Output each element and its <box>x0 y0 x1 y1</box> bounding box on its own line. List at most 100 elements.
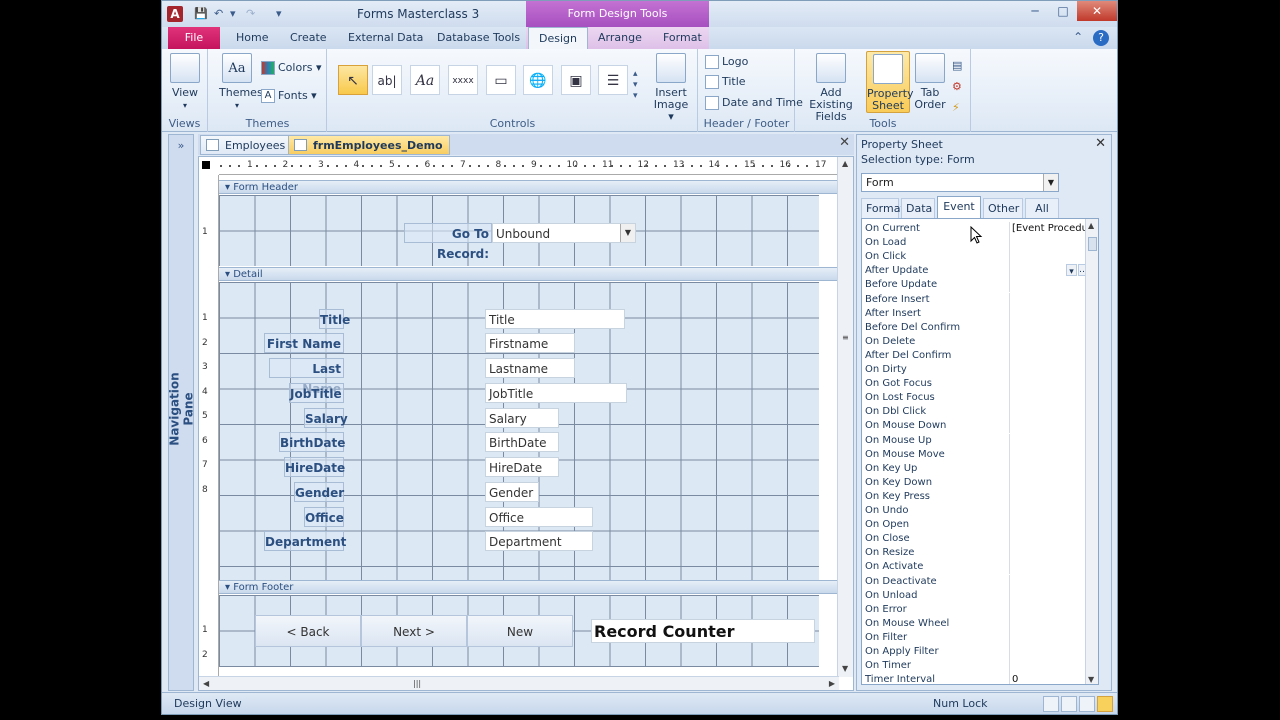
colors-button[interactable]: Colors ▾ <box>261 61 321 75</box>
field-label[interactable]: Office <box>304 507 344 527</box>
form-view-icon[interactable] <box>1043 696 1059 712</box>
field-label[interactable]: Gender <box>294 482 344 502</box>
field-textbox[interactable]: Firstname <box>485 333 575 353</box>
redo-icon[interactable]: ↷ <box>246 7 255 20</box>
form-design-surface[interactable]: 1 2 3 4 5 6 7 8 9 10 11 12 13 14 15 16 17 11234567812 ▾ … <box>198 156 854 691</box>
label-control-icon[interactable]: Aa <box>410 65 440 95</box>
tab-event[interactable]: Event <box>937 196 981 218</box>
help-icon[interactable]: ? <box>1093 30 1109 46</box>
scroll-down-icon[interactable]: ▼ <box>842 664 848 673</box>
property-value[interactable] <box>1009 588 1091 603</box>
property-row[interactable]: On Got Focus <box>862 377 1098 392</box>
maximize-button[interactable]: □ <box>1049 1 1077 21</box>
tab-other[interactable]: Other <box>983 198 1023 218</box>
doc-tab-frmemployees-demo[interactable]: frmEmployees_Demo <box>288 135 450 155</box>
scroll-left-icon[interactable]: ◀ <box>203 679 209 688</box>
scroll-down-icon[interactable]: ▼ <box>1088 675 1094 684</box>
property-row[interactable]: On Undo <box>862 504 1098 518</box>
field-label[interactable]: First Name <box>264 333 344 353</box>
property-value[interactable] <box>1009 630 1091 645</box>
property-row[interactable]: After Del Confirm <box>862 348 1098 363</box>
subform-icon[interactable]: ▤ <box>952 55 962 76</box>
tab-database-tools[interactable]: Database Tools <box>427 27 530 49</box>
property-value[interactable]: 0 <box>1009 673 1091 684</box>
expand-nav-pane-icon[interactable]: » <box>169 139 193 152</box>
property-row[interactable]: On Lost Focus <box>862 391 1098 406</box>
property-value[interactable] <box>1009 616 1091 631</box>
property-value[interactable] <box>1009 546 1091 561</box>
property-grid[interactable]: Timer Interval 0 On Timer On Apply Filter On… <box>861 218 1099 685</box>
property-row[interactable]: Before Insert <box>862 292 1098 307</box>
minimize-button[interactable]: ─ <box>1021 1 1049 21</box>
property-value[interactable] <box>1009 334 1091 349</box>
property-value[interactable] <box>1009 518 1091 533</box>
tab-format[interactable]: Format <box>861 198 905 218</box>
undo-dropdown-icon[interactable]: ▾ <box>230 7 236 20</box>
tab-create[interactable]: Create <box>280 27 337 49</box>
controls-gallery-more-icon[interactable]: ▴ ▾ ▾ <box>633 69 638 102</box>
undo-icon[interactable]: ↶ <box>214 7 223 20</box>
property-row[interactable]: On Key Up <box>862 461 1098 476</box>
property-value[interactable] <box>1009 475 1091 490</box>
record-counter-textbox[interactable]: Record Counter <box>591 619 815 643</box>
property-row[interactable]: On Error <box>862 602 1098 617</box>
minimize-ribbon-icon[interactable]: ⌃ <box>1073 30 1083 44</box>
field-label[interactable]: Salary <box>304 408 348 428</box>
property-value[interactable] <box>1009 306 1091 321</box>
property-row[interactable]: Before Del Confirm <box>862 320 1098 335</box>
property-value[interactable] <box>1009 645 1091 659</box>
scroll-grip-icon[interactable]: ≡ <box>842 333 849 342</box>
navigation-control-icon[interactable]: ☰ <box>598 65 628 95</box>
property-row[interactable]: On Click <box>862 250 1098 265</box>
property-value[interactable] <box>1009 320 1091 335</box>
property-value[interactable] <box>1009 348 1091 363</box>
close-document-icon[interactable]: ✕ <box>839 135 850 150</box>
property-value[interactable]: [Event Procedure] <box>1009 222 1091 236</box>
property-value[interactable] <box>1009 489 1091 504</box>
property-row[interactable]: On Key Down <box>862 475 1098 490</box>
property-row[interactable]: On Close <box>862 532 1098 547</box>
property-row[interactable]: On Key Press <box>862 489 1098 504</box>
property-row[interactable]: On Dirty <box>862 363 1098 377</box>
canvas-horizontal-scrollbar[interactable]: ◀ ||| ▶ <box>199 676 839 690</box>
scroll-thumb[interactable] <box>1088 237 1097 251</box>
property-row[interactable]: On Deactivate <box>862 574 1098 589</box>
property-value[interactable] <box>1009 419 1091 434</box>
close-button[interactable]: ✕ <box>1077 1 1117 21</box>
property-row[interactable]: On Open <box>862 518 1098 533</box>
layout-view-icon[interactable] <box>1079 696 1095 712</box>
property-scrollbar[interactable]: ▲ ▼ <box>1085 219 1098 684</box>
web-browser-control-icon[interactable]: ▣ <box>561 65 591 95</box>
form-header-bar[interactable]: ▾ Form Header <box>219 180 839 194</box>
field-label[interactable]: JobTitle <box>289 383 344 403</box>
property-row[interactable]: On Mouse Wheel <box>862 616 1098 631</box>
property-value[interactable] <box>1009 377 1091 392</box>
property-row[interactable]: On Activate <box>862 560 1098 575</box>
property-dropdown-icon[interactable]: ▾ <box>1066 264 1077 277</box>
tab-home[interactable]: Home <box>226 27 278 49</box>
property-value[interactable] <box>1009 560 1091 575</box>
add-existing-fields-button[interactable]: Add Existing Fields <box>800 53 862 123</box>
field-textbox[interactable]: Department <box>485 531 593 551</box>
property-value[interactable] <box>1009 447 1091 462</box>
property-row[interactable]: On Mouse Move <box>862 447 1098 462</box>
property-value[interactable] <box>1009 278 1091 293</box>
new-button[interactable]: New <box>467 615 573 647</box>
fonts-button[interactable]: A Fonts ▾ <box>261 89 317 103</box>
field-label[interactable]: BirthDate <box>279 432 345 452</box>
customize-qat-icon[interactable]: ▾ <box>276 7 282 20</box>
doc-tab-employees[interactable]: Employees <box>200 135 293 155</box>
tab-all[interactable]: All <box>1025 198 1059 218</box>
property-sheet-button[interactable]: Property Sheet <box>866 51 914 113</box>
tab-order-button[interactable]: Tab Order <box>914 53 946 111</box>
field-textbox[interactable]: Lastname <box>485 358 575 378</box>
property-value[interactable] <box>1009 292 1091 307</box>
field-textbox[interactable]: Gender <box>485 482 539 502</box>
convert-macros-icon[interactable]: ⚡ <box>952 97 962 118</box>
access-app-icon[interactable]: A <box>167 6 183 22</box>
property-value[interactable] <box>1009 236 1091 251</box>
property-value[interactable] <box>1009 574 1091 589</box>
chevron-down-icon[interactable]: ▼ <box>620 224 635 242</box>
field-textbox[interactable]: HireDate <box>485 457 559 477</box>
property-row[interactable]: Before Update <box>862 278 1098 293</box>
